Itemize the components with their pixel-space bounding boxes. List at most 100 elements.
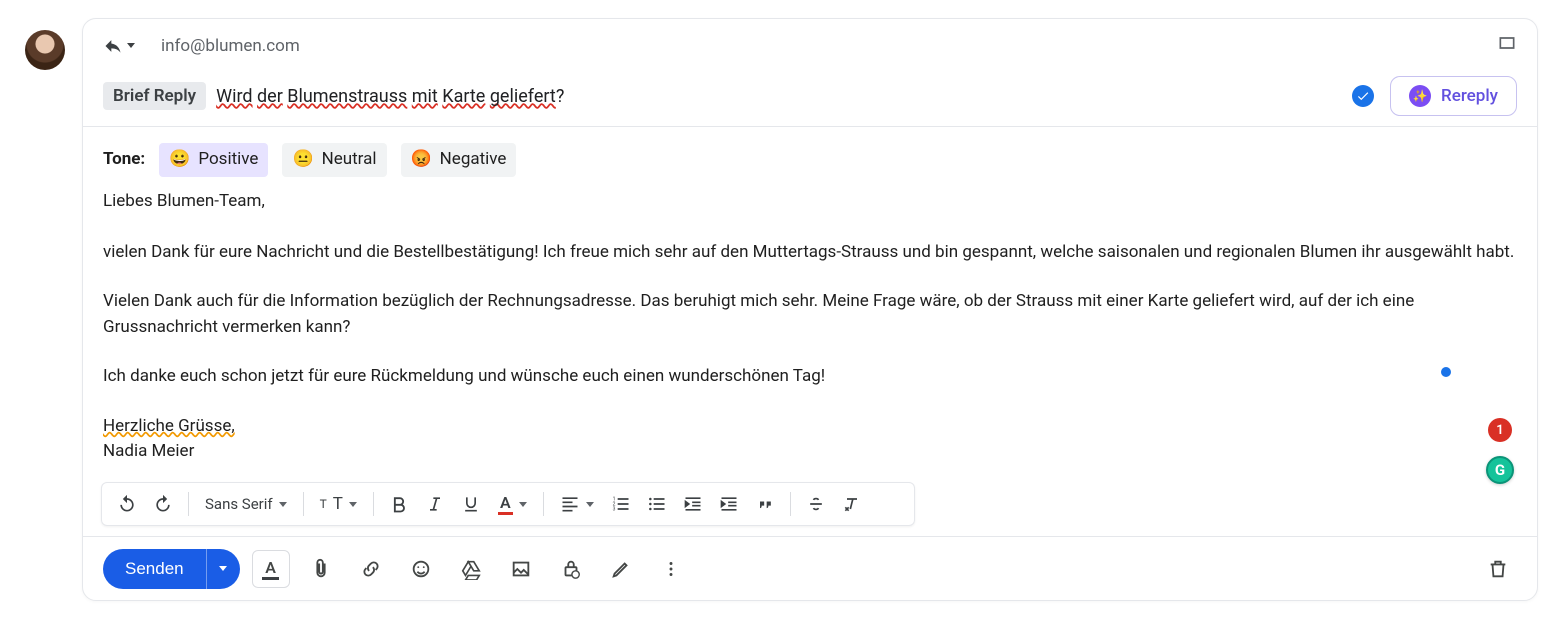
suggestion-dot-icon[interactable] xyxy=(1441,367,1451,377)
underline-button[interactable] xyxy=(454,487,488,521)
subject-row: Brief Reply Wird der Blumenstrauss mit K… xyxy=(83,68,1537,127)
tone-selector: Tone: 😀 Positive 😐 Neutral 😡 Negative xyxy=(103,143,1517,177)
underline-icon xyxy=(461,494,481,514)
insert-emoji-button[interactable] xyxy=(402,550,440,588)
popout-icon xyxy=(1497,33,1517,53)
indent-more-button[interactable] xyxy=(712,487,746,521)
signature-button[interactable] xyxy=(602,550,640,588)
pen-icon xyxy=(610,558,632,580)
tone-label: Tone: xyxy=(103,147,145,173)
font-size-select[interactable]: TT xyxy=(312,487,365,521)
tone-chip-label: Positive xyxy=(198,147,258,173)
chevron-down-icon xyxy=(219,566,227,571)
emoji-icon xyxy=(410,558,432,580)
avatar[interactable] xyxy=(25,30,65,70)
compose-window: info@blumen.com Brief Reply Wird der Blu… xyxy=(82,18,1538,601)
check-icon xyxy=(1356,89,1370,103)
to-address[interactable]: info@blumen.com xyxy=(161,36,300,56)
quote-button[interactable] xyxy=(748,487,782,521)
rereply-label: Rereply xyxy=(1441,86,1498,106)
chevron-down-icon xyxy=(519,502,527,507)
error-count-badge[interactable]: 1 xyxy=(1488,418,1512,442)
popout-button[interactable] xyxy=(1497,33,1517,58)
email-paragraph: vielen Dank für eure Nachricht und die B… xyxy=(103,240,1517,266)
indent-more-icon xyxy=(719,494,739,514)
separator xyxy=(303,492,304,516)
insert-image-button[interactable] xyxy=(502,550,540,588)
separator xyxy=(790,492,791,516)
verified-badge[interactable] xyxy=(1352,85,1374,107)
lock-clock-icon xyxy=(560,558,582,580)
grammarly-button[interactable]: G xyxy=(1486,456,1514,484)
undo-button[interactable] xyxy=(110,487,144,521)
link-icon xyxy=(360,558,382,580)
send-button[interactable]: Senden xyxy=(103,549,206,589)
indent-less-button[interactable] xyxy=(676,487,710,521)
italic-icon xyxy=(425,494,445,514)
magic-wand-icon: ✨ xyxy=(1409,85,1431,107)
format-toggle-button[interactable]: A xyxy=(252,550,290,588)
floating-indicators: 1 G xyxy=(1486,418,1514,484)
redo-icon xyxy=(153,494,173,514)
discard-button[interactable] xyxy=(1479,550,1517,588)
subject-text[interactable]: Wird der Blumenstrauss mit Karte geliefe… xyxy=(216,86,564,107)
emoji-icon: 😡 xyxy=(411,147,432,173)
align-button[interactable] xyxy=(552,487,602,521)
email-body-area[interactable]: Tone: 😀 Positive 😐 Neutral 😡 Negative Liebes … xyxy=(83,127,1537,482)
align-left-icon xyxy=(560,494,580,514)
tone-chip-label: Neutral xyxy=(322,147,377,173)
drive-button[interactable] xyxy=(452,550,490,588)
chevron-down-icon xyxy=(127,43,135,48)
chevron-down-icon xyxy=(349,502,357,507)
font-family-select[interactable]: Sans Serif xyxy=(197,487,295,521)
reply-type-button[interactable] xyxy=(103,36,135,56)
attach-button[interactable] xyxy=(302,550,340,588)
emoji-icon: 😀 xyxy=(169,147,190,173)
trash-icon xyxy=(1487,558,1509,580)
bottom-bar: Senden A xyxy=(83,536,1537,600)
bold-button[interactable] xyxy=(382,487,416,521)
redo-button[interactable] xyxy=(146,487,180,521)
email-signature-name: Nadia Meier xyxy=(103,439,1517,465)
tone-chip-label: Negative xyxy=(440,147,507,173)
format-toolbar: Sans Serif TT A 123 xyxy=(101,482,915,526)
email-paragraph: Vielen Dank auch für die Information bez… xyxy=(103,289,1517,340)
drive-icon xyxy=(460,558,482,580)
insert-link-button[interactable] xyxy=(352,550,390,588)
bulleted-list-button[interactable] xyxy=(640,487,674,521)
more-vert-icon xyxy=(660,558,682,580)
send-options-button[interactable] xyxy=(206,549,240,589)
remove-format-icon xyxy=(842,494,862,514)
email-signoff: Herzliche Grüsse, xyxy=(103,416,235,436)
bold-icon xyxy=(389,494,409,514)
separator xyxy=(373,492,374,516)
tone-positive[interactable]: 😀 Positive xyxy=(159,143,268,177)
email-body[interactable]: Liebes Blumen-Team, vielen Dank für eure… xyxy=(103,189,1517,465)
undo-icon xyxy=(117,494,137,514)
strikethrough-button[interactable] xyxy=(799,487,833,521)
tone-negative[interactable]: 😡 Negative xyxy=(401,143,517,177)
tone-neutral[interactable]: 😐 Neutral xyxy=(282,143,386,177)
svg-text:3: 3 xyxy=(612,507,615,513)
text-color-button[interactable]: A xyxy=(490,487,535,521)
brief-reply-badge[interactable]: Brief Reply xyxy=(103,82,206,110)
bulleted-list-icon xyxy=(647,494,667,514)
quote-icon xyxy=(755,494,775,514)
numbered-list-icon: 123 xyxy=(611,494,631,514)
rereply-button[interactable]: ✨ Rereply xyxy=(1390,76,1517,116)
email-greeting: Liebes Blumen-Team, xyxy=(103,189,1517,215)
confidential-button[interactable] xyxy=(552,550,590,588)
send-group: Senden xyxy=(103,549,240,589)
reply-arrow-icon xyxy=(103,36,123,56)
italic-button[interactable] xyxy=(418,487,452,521)
paperclip-icon xyxy=(310,558,332,580)
chevron-down-icon xyxy=(279,502,287,507)
remove-format-button[interactable] xyxy=(835,487,869,521)
indent-less-icon xyxy=(683,494,703,514)
numbered-list-button[interactable]: 123 xyxy=(604,487,638,521)
emoji-icon: 😐 xyxy=(292,147,313,173)
email-paragraph: Ich danke euch schon jetzt für eure Rück… xyxy=(103,364,1517,390)
compose-header: info@blumen.com xyxy=(83,19,1537,68)
separator xyxy=(543,492,544,516)
more-options-button[interactable] xyxy=(652,550,690,588)
